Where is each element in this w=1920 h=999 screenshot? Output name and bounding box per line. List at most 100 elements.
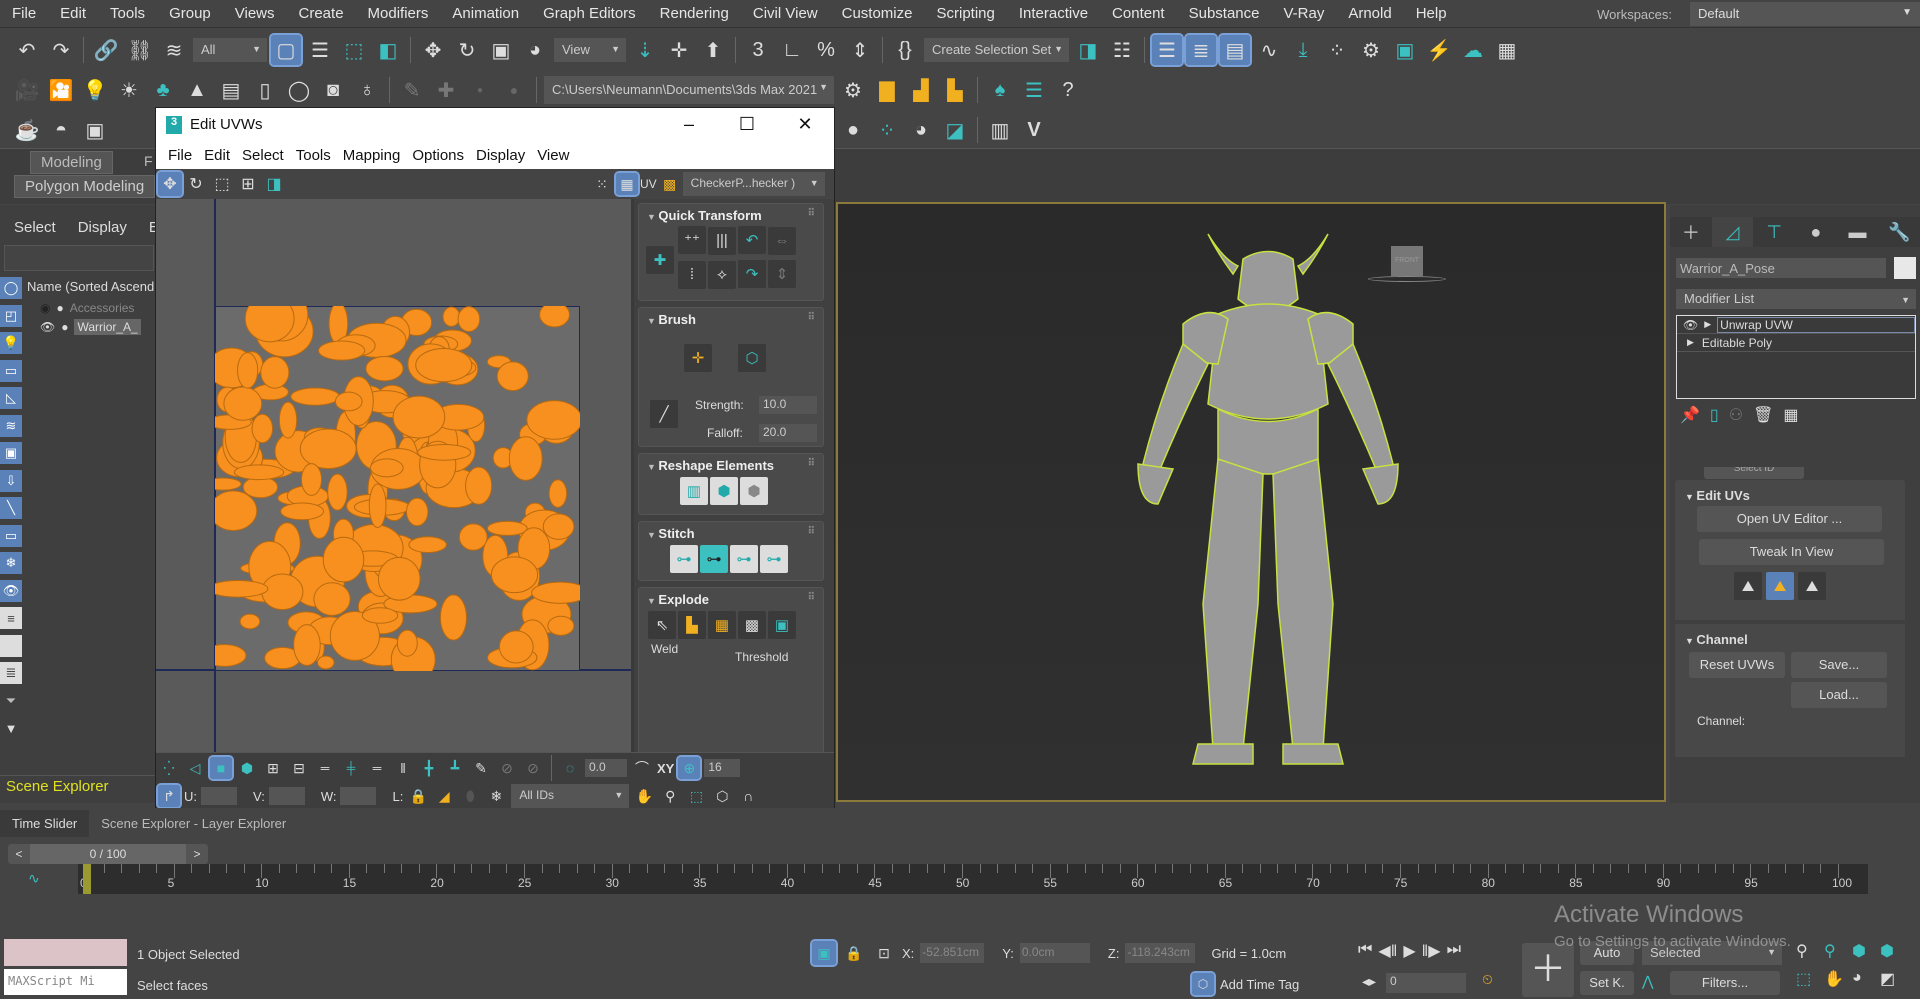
- menu-group[interactable]: Group: [157, 5, 223, 22]
- helpers-filter-icon[interactable]: ◺: [0, 387, 22, 409]
- show-hidden-icon[interactable]: ◢: [433, 785, 455, 807]
- texture-dropdown[interactable]: CheckerP...hecker ): [682, 172, 825, 196]
- isolate-selection-icon[interactable]: ▣: [810, 939, 838, 967]
- uv-menu-mapping[interactable]: Mapping: [337, 147, 407, 164]
- window-crossing-icon[interactable]: ◧: [373, 35, 403, 65]
- uv-island[interactable]: [215, 580, 269, 598]
- mirror-icon[interactable]: ◨: [1073, 35, 1103, 65]
- uv-island[interactable]: [496, 361, 529, 392]
- key-filter-dropdown[interactable]: Selected: [1642, 941, 1782, 965]
- ghost-icon[interactable]: ◕: [906, 115, 936, 145]
- paint-select-icon[interactable]: ✎: [470, 757, 492, 779]
- maxscript-mini-input[interactable]: MAXScript Mi: [4, 969, 127, 995]
- utilities-tab-icon[interactable]: 🔧: [1878, 217, 1920, 247]
- go-to-start-icon[interactable]: ⏮: [1358, 941, 1372, 961]
- edge-loop-icon[interactable]: ═: [314, 757, 336, 779]
- containers-filter-icon[interactable]: ▭: [0, 524, 22, 547]
- expand-icon[interactable]: ▶: [1687, 337, 1694, 348]
- pan-icon[interactable]: ✋: [633, 785, 655, 807]
- zoom-extents-icon[interactable]: ⬡: [711, 785, 733, 807]
- space-vertical-icon[interactable]: ⇕: [768, 260, 796, 288]
- menu-views[interactable]: Views: [223, 5, 287, 22]
- relax-settings-icon[interactable]: ⬢: [740, 477, 768, 505]
- flatten-icon[interactable]: ▣: [768, 611, 796, 639]
- display-children-icon[interactable]: ≡: [0, 607, 22, 629]
- rotate-icon[interactable]: ↻: [184, 172, 208, 196]
- paint-grow-icon[interactable]: ⊘: [496, 757, 518, 779]
- falloff-type-icon[interactable]: ╱: [650, 400, 678, 428]
- light-icon[interactable]: 💡: [80, 75, 110, 105]
- doc-tree-icon[interactable]: ▯: [250, 75, 280, 105]
- current-frame-spinner[interactable]: 0: [1386, 973, 1466, 993]
- pin-stack-icon[interactable]: 📌: [1680, 405, 1700, 425]
- spinner-snap-icon[interactable]: ⇕: [845, 35, 875, 65]
- bulb-gear-icon[interactable]: ♁: [352, 75, 382, 105]
- open-uv-editor-button[interactable]: Open UV Editor ...: [1697, 506, 1882, 532]
- modifier-list-dropdown[interactable]: Modifier List: [1676, 289, 1916, 309]
- vray-icon[interactable]: V: [1019, 115, 1049, 145]
- display-none-icon[interactable]: ≣: [0, 662, 22, 684]
- grow-ring-icon[interactable]: ╋: [418, 757, 440, 779]
- prev-frame-button[interactable]: <: [8, 847, 30, 861]
- lights-filter-icon[interactable]: 💡: [0, 332, 22, 354]
- load-button[interactable]: Load...: [1791, 682, 1887, 708]
- groups-filter-icon[interactable]: ▣: [0, 442, 22, 464]
- soft-angle-spinner[interactable]: 0.0: [585, 759, 627, 777]
- show-map-icon[interactable]: ⁙: [590, 172, 614, 196]
- uv-island[interactable]: [280, 502, 325, 521]
- zoom-all-icon[interactable]: ⚲: [1824, 941, 1852, 961]
- stitch-title[interactable]: Stitch: [639, 522, 823, 545]
- object-color-swatch[interactable]: [1894, 257, 1916, 279]
- auto-key-button[interactable]: Auto: [1580, 941, 1634, 965]
- uv-island[interactable]: [299, 428, 357, 470]
- curve-editor-icon[interactable]: ∿: [1254, 35, 1284, 65]
- ribbon-tab-modeling[interactable]: Modeling: [30, 151, 113, 174]
- grid-snap-icon[interactable]: ⊕: [676, 755, 703, 781]
- scene-tab-display[interactable]: Display: [78, 219, 127, 236]
- menu-edit[interactable]: Edit: [48, 5, 98, 22]
- uv-menu-edit[interactable]: Edit: [198, 147, 236, 164]
- set-key-mode-button[interactable]: Set K.: [1580, 971, 1634, 995]
- key-tangent-icon[interactable]: ⋀: [1642, 973, 1653, 990]
- material-assign-icon[interactable]: ◪: [940, 115, 970, 145]
- uv-island[interactable]: [526, 400, 580, 440]
- menu-modifiers[interactable]: Modifiers: [356, 5, 441, 22]
- prev-key-icon[interactable]: ◀‖: [1378, 941, 1397, 961]
- menu-file[interactable]: File: [0, 5, 48, 22]
- hide-icon[interactable]: ⬮: [459, 785, 481, 807]
- rendered-frame-window-icon[interactable]: ▣: [1390, 35, 1420, 65]
- character-model[interactable]: [838, 204, 1666, 802]
- play-icon[interactable]: ▶: [1403, 941, 1415, 961]
- render-setup-icon[interactable]: ⚙: [1356, 35, 1386, 65]
- paint-move-icon[interactable]: ✛: [684, 344, 712, 372]
- uv-island[interactable]: [547, 615, 575, 636]
- geometry-filter-icon[interactable]: ◯: [0, 277, 22, 299]
- menu-customize[interactable]: Customize: [830, 5, 925, 22]
- uv-island[interactable]: [318, 340, 366, 361]
- rotate-ccw-icon[interactable]: ↶: [738, 226, 766, 254]
- uv-island[interactable]: [392, 395, 446, 439]
- vfb-icon[interactable]: ▥: [985, 115, 1015, 145]
- stack-item[interactable]: 👁 ▶ Unwrap UVW: [1677, 316, 1915, 334]
- tweak-in-view-button[interactable]: Tweak In View: [1699, 539, 1884, 565]
- teapot-icon[interactable]: ☕: [12, 115, 42, 145]
- linear-align-icon[interactable]: ⟡: [708, 260, 736, 289]
- zoom-icon[interactable]: ⚲: [1796, 941, 1824, 961]
- time-tag-icon[interactable]: ⬡: [1190, 971, 1216, 997]
- frame-readout[interactable]: 0 / 100: [30, 844, 186, 864]
- element-mode-icon[interactable]: ⬢: [236, 757, 258, 779]
- uv-menu-file[interactable]: File: [162, 147, 198, 164]
- sphere-half-icon[interactable]: ◓: [46, 115, 76, 145]
- uv-island[interactable]: [215, 490, 258, 532]
- project-folder-icon[interactable]: ▇: [872, 75, 902, 105]
- selection-set-dropdown[interactable]: Create Selection Set: [924, 38, 1069, 62]
- forest-icon[interactable]: ♣: [148, 75, 178, 105]
- strength-spinner[interactable]: 10.0: [759, 396, 817, 414]
- material-id-dropdown[interactable]: All IDs: [511, 784, 630, 808]
- uv-island[interactable]: [490, 556, 539, 594]
- absolute-offset-icon[interactable]: ↱: [156, 783, 182, 809]
- cameras-filter-icon[interactable]: ▭: [0, 359, 22, 382]
- texture-settings-icon[interactable]: ▩: [659, 173, 681, 195]
- select-id-button[interactable]: Select ID: [1704, 467, 1804, 479]
- viewport[interactable]: FRONT: [836, 202, 1666, 802]
